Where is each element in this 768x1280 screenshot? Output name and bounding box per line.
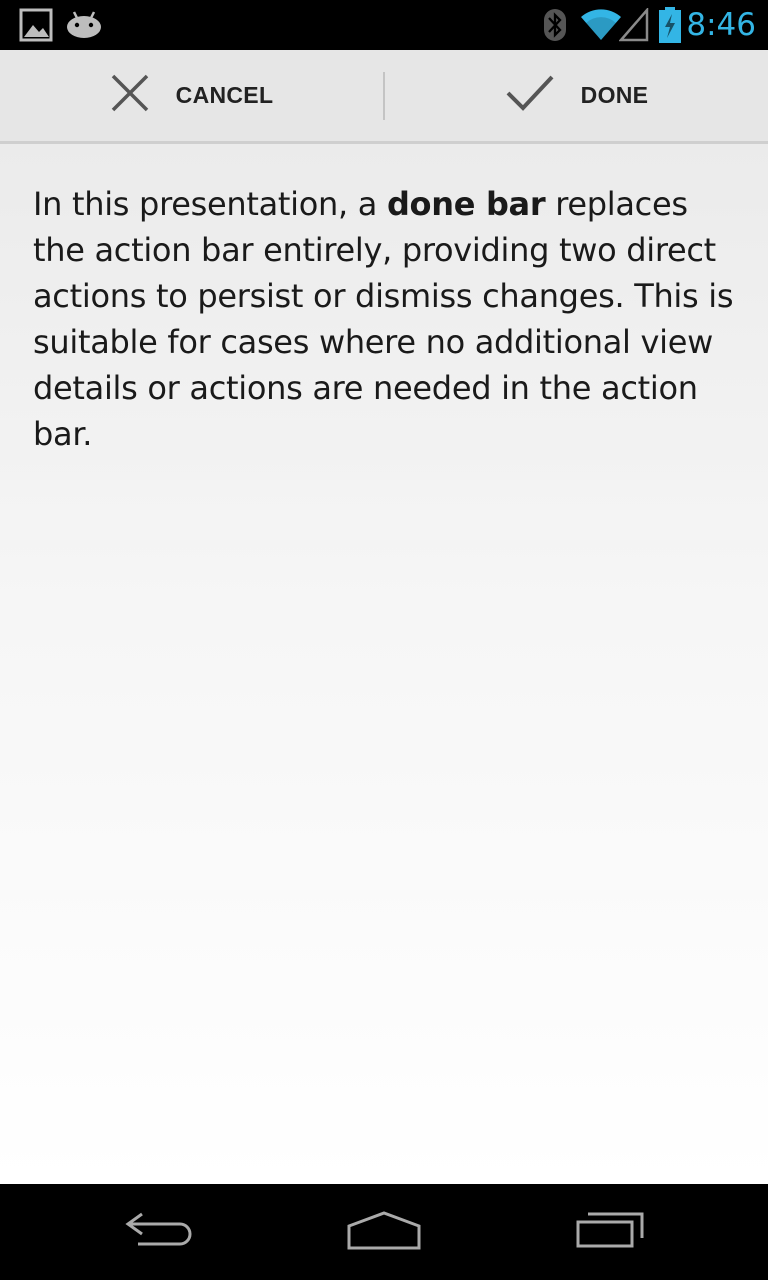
gallery-notification-icon: [19, 8, 53, 47]
battery-charging-icon: [658, 6, 682, 49]
recent-apps-icon: [574, 1210, 646, 1255]
wifi-icon: [580, 7, 622, 46]
back-icon: [124, 1210, 196, 1255]
checkmark-icon: [505, 73, 581, 118]
navigation-bar: [0, 1184, 768, 1280]
done-bar: CANCEL DONE: [0, 50, 768, 144]
status-clock: 8:46: [686, 7, 756, 43]
home-button[interactable]: [304, 1184, 464, 1280]
description-text-start: In this presentation, a: [33, 185, 387, 223]
signal-icon: [618, 6, 649, 47]
description-text-end: replaces the action bar entirely, provid…: [33, 185, 734, 453]
home-icon: [346, 1210, 422, 1255]
description-text-bold: done bar: [386, 185, 546, 223]
done-label: DONE: [580, 82, 649, 108]
close-icon: [110, 73, 176, 118]
content-area: In this presentation, a done bar replace…: [0, 144, 768, 1184]
back-button[interactable]: [80, 1184, 240, 1280]
status-bar: 8:46: [0, 0, 768, 50]
done-button[interactable]: DONE: [385, 50, 768, 141]
recent-apps-button[interactable]: [530, 1184, 690, 1280]
cancel-button[interactable]: CANCEL: [0, 50, 383, 141]
cancel-label: CANCEL: [175, 82, 274, 108]
description-text: In this presentation, a done bar replace…: [0, 144, 768, 457]
bluetooth-icon: [543, 8, 567, 47]
android-notification-icon: [65, 10, 103, 45]
